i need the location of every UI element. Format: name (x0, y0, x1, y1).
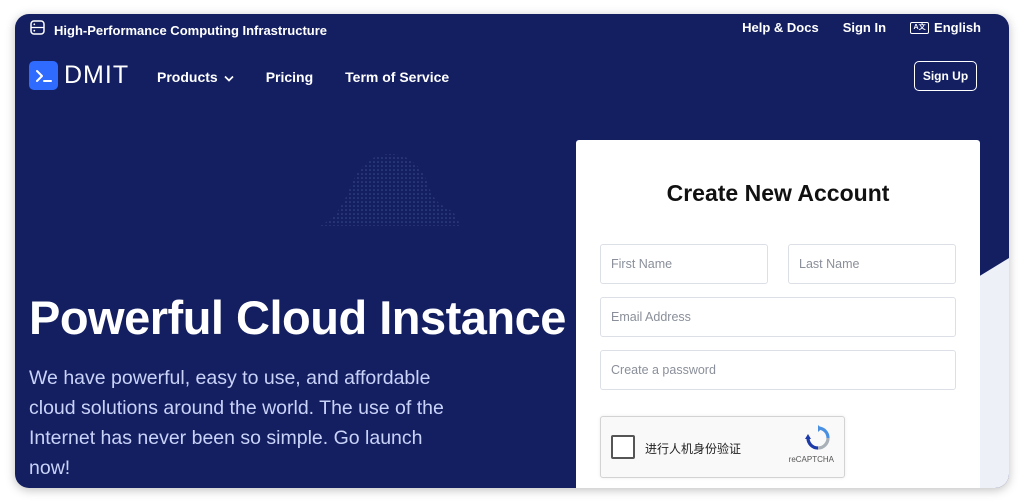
chevron-down-icon (224, 69, 234, 85)
tagline: High-Performance Computing Infrastructur… (54, 22, 328, 38)
cloud-illustration (320, 152, 460, 237)
nav-products-label: Products (157, 69, 218, 85)
language-label: English (934, 20, 981, 35)
nav-products[interactable]: Products (157, 69, 234, 85)
help-docs-link[interactable]: Help & Docs (742, 20, 819, 35)
email-input[interactable] (600, 297, 956, 337)
last-name-input[interactable] (788, 244, 956, 284)
terminal-logo-icon (29, 61, 58, 90)
captcha-checkbox[interactable] (611, 435, 635, 459)
nav-pricing[interactable]: Pricing (266, 69, 313, 85)
logo-text: DMIT (64, 61, 130, 89)
page-frame: High-Performance Computing Infrastructur… (15, 14, 1009, 488)
nav-links: Products Pricing Term of Service (157, 69, 449, 85)
recaptcha-widget: 进行人机身份验证 reCAPTCHA (600, 416, 845, 478)
hero-title: Powerful Cloud Instance (29, 291, 566, 344)
main-nav: DMIT Products Pricing Term of Service Si… (15, 58, 1009, 98)
recaptcha-icon (805, 425, 831, 451)
password-input[interactable] (600, 350, 956, 390)
server-icon (30, 20, 45, 40)
top-links: Help & Docs Sign In A文 English (742, 20, 981, 35)
tagline-group: High-Performance Computing Infrastructur… (30, 20, 327, 40)
logo[interactable]: DMIT (29, 61, 129, 90)
captcha-label: 进行人机身份验证 (645, 442, 742, 456)
captcha-brand: reCAPTCHA (788, 455, 834, 464)
hero-subtitle: We have powerful, easy to use, and affor… (29, 367, 444, 479)
nav-terms[interactable]: Term of Service (345, 69, 449, 85)
first-name-input[interactable] (600, 244, 768, 284)
translate-icon: A文 (910, 21, 930, 34)
signup-card: Create New Account 进行人机身份验证 reCAPTCHA (576, 140, 980, 488)
top-bar: High-Performance Computing Infrastructur… (15, 14, 1009, 44)
sign-in-link[interactable]: Sign In (843, 20, 886, 35)
form-title: Create New Account (666, 180, 890, 206)
sign-up-button[interactable]: Sign Up (914, 61, 977, 91)
language-selector[interactable]: A文 English (910, 20, 981, 35)
